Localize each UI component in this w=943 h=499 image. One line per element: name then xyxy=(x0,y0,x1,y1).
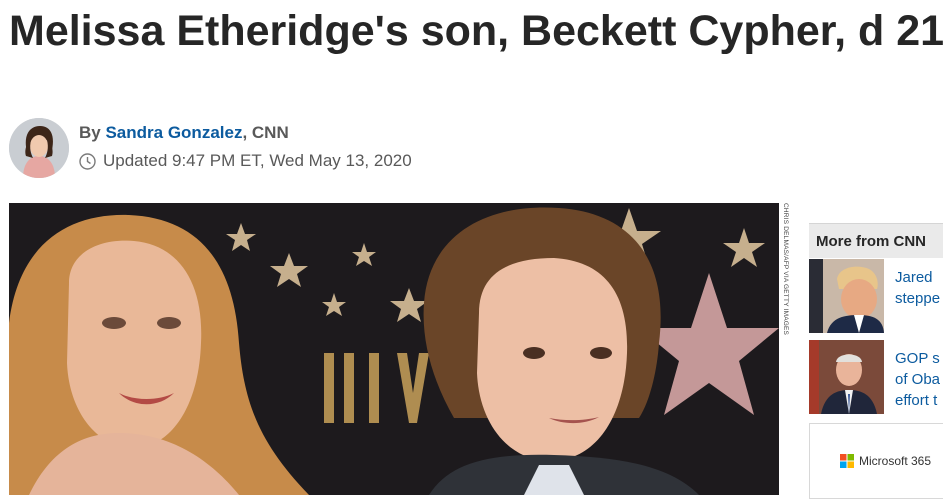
rail-thumbnail[interactable] xyxy=(809,340,884,414)
rail-item[interactable]: Jared steppe xyxy=(809,259,943,333)
byline-prefix: By xyxy=(79,123,101,142)
rail-item[interactable]: GOP s of Oba effort t xyxy=(809,340,943,414)
hero-image[interactable] xyxy=(9,203,779,495)
article-headline: Melissa Etheridge's son, Beckett Cypher,… xyxy=(9,7,943,55)
rail-header: More from CNN xyxy=(809,223,943,258)
advertisement[interactable]: Microsoft 365 xyxy=(809,423,943,499)
updated-timestamp: Updated 9:47 PM ET, Wed May 13, 2020 xyxy=(79,151,412,171)
rail-headline[interactable]: Jared steppe xyxy=(895,267,943,309)
outlet-label: , CNN xyxy=(242,123,289,142)
rail-thumbnail[interactable] xyxy=(809,259,884,333)
author-line: By Sandra Gonzalez, CNN xyxy=(79,123,289,143)
author-link[interactable]: Sandra Gonzalez xyxy=(105,123,242,142)
more-from-cnn-rail: More from CNN Jared steppe GOP s of Oba … xyxy=(809,223,943,499)
clock-icon xyxy=(79,152,96,170)
updated-text: Updated 9:47 PM ET, Wed May 13, 2020 xyxy=(103,151,412,170)
photo-credit: CHRIS DELMAS/AFP VIA GETTY IMAGES xyxy=(782,203,789,336)
microsoft-logo-icon xyxy=(840,454,854,468)
rail-headline[interactable]: GOP s of Oba effort t xyxy=(895,348,943,411)
author-avatar[interactable] xyxy=(9,118,69,178)
hero-photo xyxy=(9,203,779,495)
ad-label: Microsoft 365 xyxy=(859,454,932,468)
